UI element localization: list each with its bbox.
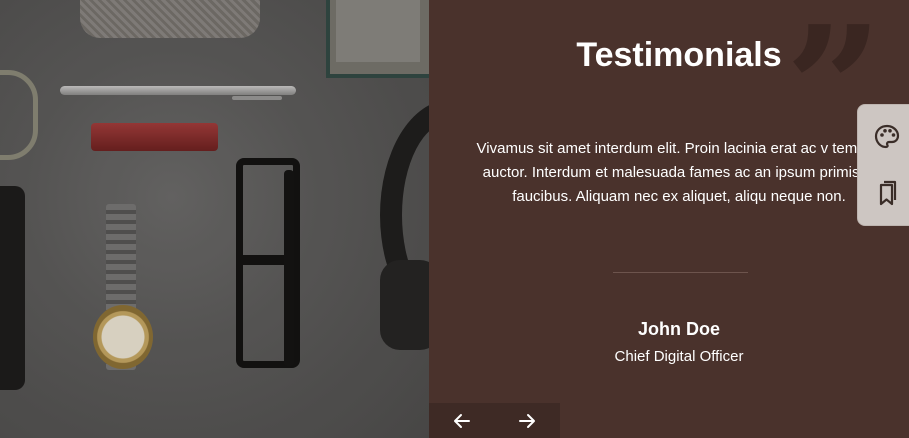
prev-button[interactable] <box>429 403 494 438</box>
side-toolbar <box>857 104 909 226</box>
next-button[interactable] <box>494 403 559 438</box>
bookmarks-icon <box>879 180 897 206</box>
page-root: ” Testimonials Vivamus sit amet interdum… <box>0 0 909 438</box>
palette-button[interactable] <box>872 122 902 152</box>
photo-overlay <box>0 0 429 438</box>
section-title: Testimonials <box>576 36 782 74</box>
author-role: Chief Digital Officer <box>614 348 744 365</box>
arrow-right-icon <box>518 413 535 428</box>
testimonial-quote: Vivamus sit amet interdum elit. Proin la… <box>476 140 882 205</box>
author-name: John Doe <box>637 319 720 339</box>
divider <box>613 272 748 273</box>
testimonials-panel: ” Testimonials Vivamus sit amet interdum… <box>429 0 909 438</box>
product-flatlay-photo <box>0 0 429 438</box>
arrow-left-icon <box>453 413 470 428</box>
slider-navigation <box>429 403 560 438</box>
palette-icon <box>874 124 900 149</box>
bookmarks-button[interactable] <box>872 178 902 208</box>
